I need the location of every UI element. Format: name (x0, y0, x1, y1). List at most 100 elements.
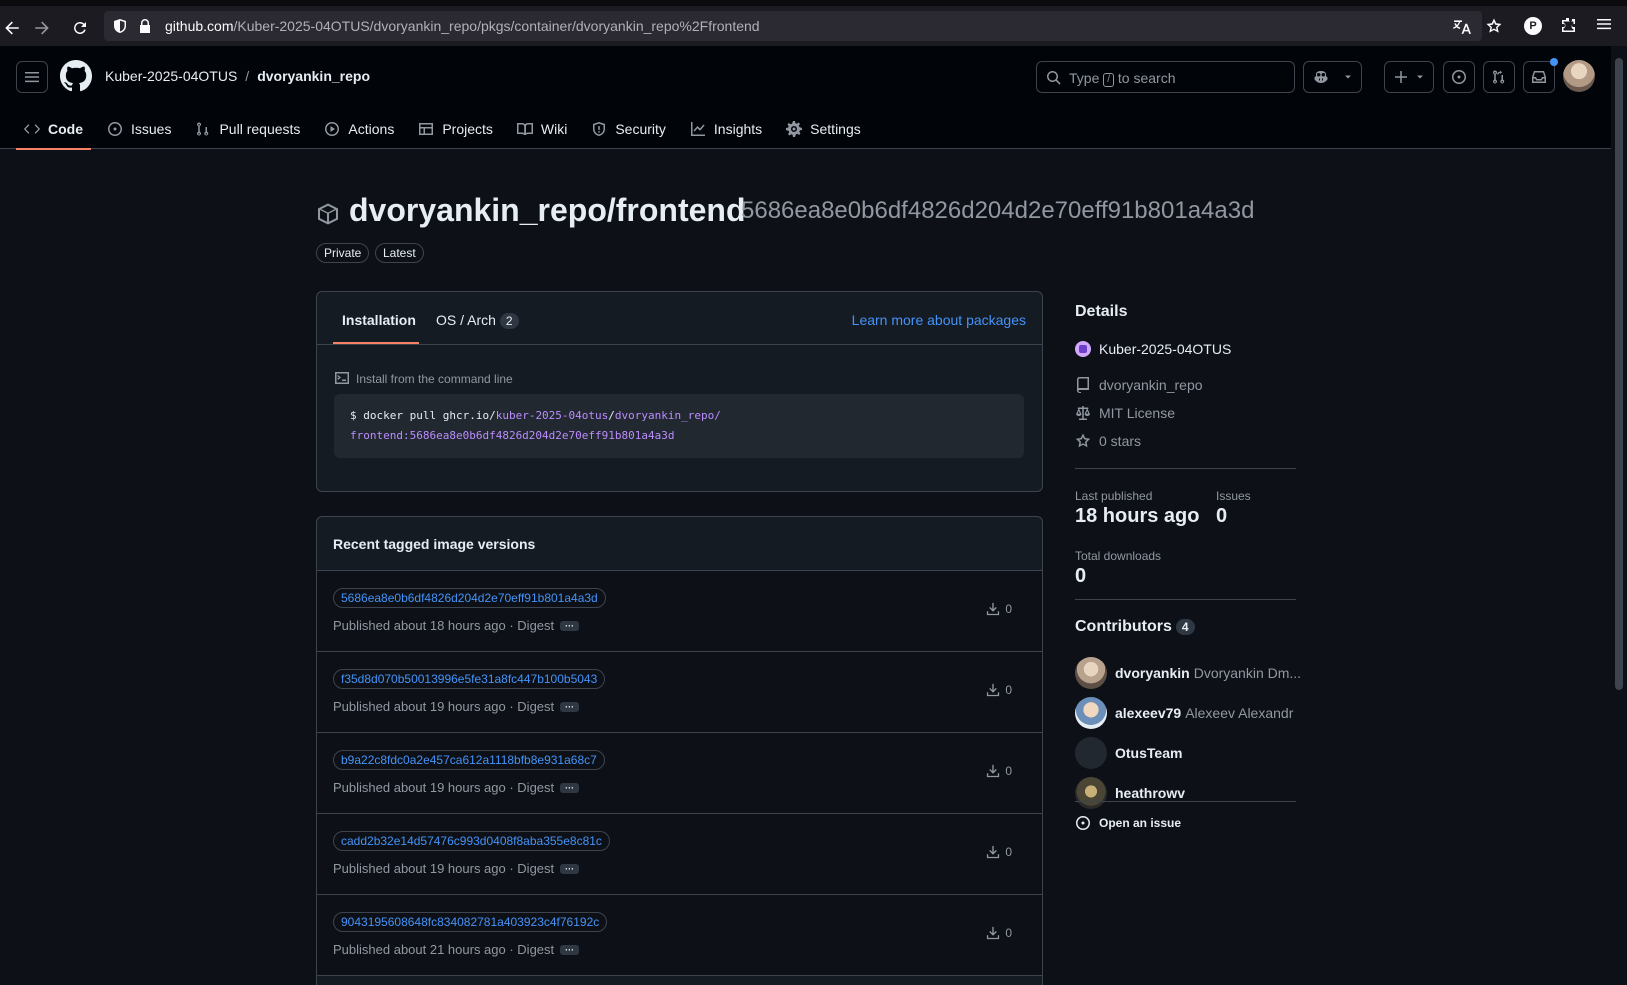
version-published: Published about 19 hours ago · Digest (333, 861, 555, 876)
contributor-item[interactable]: heathrowv (1075, 777, 1185, 809)
issues-value: 0 (1216, 505, 1228, 527)
tab-security[interactable]: Security (583, 108, 674, 149)
code-icon (24, 123, 40, 134)
download-count: 0 (1005, 926, 1012, 940)
scrollbar-thumb[interactable] (1615, 58, 1623, 690)
breadcrumb-org[interactable]: Kuber-2025-04OTUS (105, 68, 237, 84)
version-tag[interactable]: f35d8d070b50013996e5fe31a8fc447b100b5043 (333, 669, 606, 689)
tab-settings[interactable]: Settings (778, 108, 869, 149)
table-icon (419, 122, 434, 135)
details-heading: Details (1075, 303, 1128, 320)
docker-pull-command[interactable]: $ docker pull ghcr.io/kuber-2025-04otus/… (334, 394, 1024, 458)
url-bar[interactable]: github.com/Kuber-2025-04OTUS/dvoryankin_… (104, 11, 1482, 41)
digest-expand-button[interactable]: ··· (560, 702, 580, 712)
tab-wiki[interactable]: Wiki (509, 108, 575, 149)
tab-issues[interactable]: Issues (99, 108, 179, 149)
graph-icon (690, 121, 705, 136)
search-input[interactable]: Type / to search (1036, 61, 1295, 93)
global-menu-button[interactable] (16, 61, 48, 93)
copilot-button[interactable] (1303, 61, 1362, 93)
installation-tabs: Installation OS / Arch 2 Learn more about… (317, 292, 1042, 345)
app-menu-icon[interactable] (1597, 17, 1611, 31)
breadcrumb: Kuber-2025-04OTUS / dvoryankin_repo (105, 68, 370, 84)
extensions-icon[interactable] (1560, 17, 1576, 33)
digest-expand-button[interactable]: ··· (560, 783, 580, 793)
bookmark-star-icon[interactable] (1485, 17, 1503, 35)
learn-more-link[interactable]: Learn more about packages (852, 312, 1026, 328)
version-downloads: 0 (986, 845, 1012, 859)
version-row: cadd2b32e14d57476c993d0408f8aba355e8c81c… (317, 814, 1042, 895)
chevron-down-icon (1344, 75, 1351, 79)
breadcrumb-repo[interactable]: dvoryankin_repo (257, 68, 370, 84)
version-downloads: 0 (986, 764, 1012, 778)
version-tag[interactable]: 9043195608648fc834082781a403923c4f76192c (333, 912, 608, 932)
contributor-item[interactable]: OtusTeam (1075, 737, 1182, 769)
profile-icon[interactable]: P (1524, 17, 1542, 35)
search-icon (1046, 70, 1062, 86)
version-row: 9043195608648fc834082781a403923c4f76192c… (317, 895, 1042, 976)
details-stars[interactable]: 0 stars (1075, 433, 1141, 449)
digest-expand-button[interactable]: ··· (560, 945, 580, 955)
tab-pull-requests[interactable]: Pull requests (187, 108, 308, 149)
translate-icon[interactable] (1453, 17, 1471, 35)
active-tab-underline (333, 342, 419, 344)
version-meta: Published about 19 hours ago · Digest ··· (333, 780, 580, 795)
law-icon (1076, 406, 1090, 420)
version-downloads: 0 (986, 683, 1012, 697)
notification-dot (1550, 58, 1558, 66)
os-arch-counter: 2 (499, 313, 519, 329)
create-new-button[interactable] (1384, 61, 1434, 93)
version-row: b9a22c8fdc0a2e457ca612a1118bfb8e931a68c7… (317, 733, 1042, 814)
tab-label: Pull requests (219, 120, 301, 137)
open-issue-text: Open an issue (1099, 816, 1182, 830)
lock-icon[interactable] (138, 18, 152, 34)
digest-expand-button[interactable]: ··· (560, 621, 580, 631)
avatar (1075, 777, 1107, 809)
version-row: f35d8d070b50013996e5fe31a8fc447b100b5043… (317, 652, 1042, 733)
tab-os-arch[interactable]: OS / Arch 2 (436, 312, 519, 329)
tab-insights[interactable]: Insights (682, 108, 770, 149)
version-published: Published about 19 hours ago · Digest (333, 699, 555, 714)
url-host: github.com (165, 18, 234, 34)
version-tag[interactable]: 5686ea8e0b6df4826d204d2e70eff91b801a4a3d (333, 588, 606, 608)
last-published-value: 18 hours ago (1075, 505, 1200, 527)
package-digest: 5686ea8e0b6df4826d204d2e70eff91b801a4a3d (741, 197, 1255, 224)
copilot-icon (1314, 71, 1327, 83)
version-downloads: 0 (986, 602, 1012, 616)
package-icon (316, 202, 340, 226)
user-avatar[interactable] (1563, 60, 1595, 92)
details-license[interactable]: MIT License (1075, 405, 1175, 421)
version-tag[interactable]: b9a22c8fdc0a2e457ca612a1118bfb8e931a68c7 (333, 750, 605, 770)
url-text[interactable]: github.com/Kuber-2025-04OTUS/dvoryankin_… (165, 18, 760, 34)
back-icon[interactable] (0, 16, 24, 40)
download-count: 0 (1005, 845, 1012, 859)
shield-tracking-icon[interactable] (112, 18, 128, 34)
forward-icon[interactable] (30, 16, 54, 40)
issues-button[interactable] (1443, 61, 1475, 93)
contributor-item[interactable]: alexeev79 Alexeev Alexandr (1075, 697, 1293, 729)
plus-icon (1395, 71, 1407, 83)
open-issue-link[interactable]: Open an issue (1075, 815, 1181, 831)
reload-icon[interactable] (68, 16, 92, 40)
details-org-name: Kuber-2025-04OTUS (1099, 341, 1232, 357)
tab-installation[interactable]: Installation (342, 312, 416, 328)
page-scrollbar[interactable] (1611, 46, 1627, 985)
digest-expand-button[interactable]: ··· (560, 864, 580, 874)
pull-requests-button[interactable] (1483, 61, 1515, 93)
github-logo-icon[interactable] (60, 60, 92, 92)
gear-icon (786, 120, 803, 137)
tab-os-label: OS / Arch (436, 312, 496, 328)
tab-code[interactable]: Code (16, 108, 91, 150)
issue-icon (1452, 70, 1466, 84)
details-org[interactable]: Kuber-2025-04OTUS (1075, 341, 1231, 357)
details-repo[interactable]: dvoryankin_repo (1075, 377, 1203, 393)
tab-actions[interactable]: Actions (316, 108, 402, 149)
breadcrumb-separator: / (245, 68, 250, 84)
inbox-button[interactable] (1523, 58, 1558, 93)
version-tag[interactable]: cadd2b32e14d57476c993d0408f8aba355e8c81c (333, 831, 610, 851)
tab-projects[interactable]: Projects (410, 108, 501, 149)
contributor-login: heathrowv (1115, 785, 1186, 801)
avatar (1075, 697, 1107, 729)
search-text-post: to search (1117, 70, 1176, 86)
contributor-item[interactable]: dvoryankin Dvoryankin Dm... (1075, 657, 1301, 689)
